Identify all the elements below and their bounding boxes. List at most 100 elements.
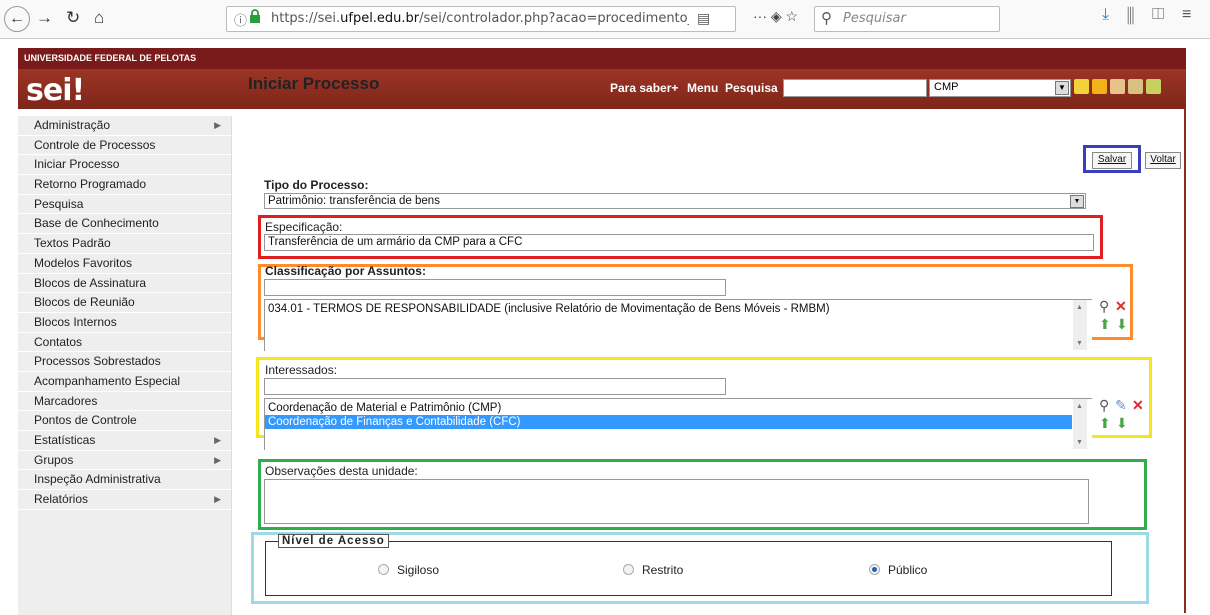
menu-item[interactable]: Pontos de Controle [18, 411, 231, 431]
menu-item[interactable]: Blocos de Assinatura [18, 274, 231, 294]
classificacao-list[interactable]: 034.01 - TERMOS DE RESPONSABILIDADE (inc… [264, 299, 1092, 351]
move-up-icon[interactable]: ⬆ [1099, 416, 1111, 430]
observacoes-textarea[interactable] [264, 479, 1089, 524]
menu-item-label: Blocos Internos [34, 314, 117, 329]
radio-publico[interactable]: Público [869, 563, 927, 577]
menu-item[interactable]: Base de Conhecimento [18, 214, 231, 235]
menu-item-label: Blocos de Reunião [34, 295, 135, 310]
left-menu: Administração ▶ Controle de Processos Inici… [18, 116, 232, 615]
menu-item[interactable]: Modelos Favoritos [18, 254, 231, 274]
especificacao-input[interactable]: Transferência de um armário da CMP para … [264, 234, 1094, 251]
reader-view-icon[interactable]: ▤ [697, 10, 710, 27]
download-icon[interactable]: ⤓ [1102, 6, 1109, 23]
blocks-icon[interactable] [1074, 79, 1089, 94]
chevron-right-icon: ▶ [214, 435, 221, 445]
toolbar-icons[interactable]: ⤓ ⫼ ◫ ≡ [1102, 6, 1191, 24]
reload-button[interactable]: ↻ [66, 7, 80, 29]
lock-icon [250, 9, 260, 23]
browser-toolbar: ← → ↻ ⌂ ⓘ https://sei.ufpel.edu.br/sei/c… [0, 0, 1210, 39]
sidebar-icon[interactable]: ◫ [1152, 6, 1164, 23]
menu-item-label: Processos Sobrestados [34, 354, 161, 369]
menu-item[interactable]: Acompanhamento Especial [18, 372, 231, 392]
classificacao-search-input[interactable] [264, 279, 726, 296]
menu-item[interactable]: Iniciar Processo [18, 155, 231, 176]
menu-item-label: Marcadores [34, 393, 98, 408]
interessados-label: Interessados: [265, 363, 338, 377]
menu-item[interactable]: Controle de Processos [18, 136, 231, 156]
link-menu[interactable]: Menu [687, 81, 718, 95]
menu-item[interactable]: Blocos de Reunião [18, 293, 231, 313]
menu-item[interactable]: Textos Padrão [18, 234, 231, 254]
tipo-value: Patrimônio: transferência de bens [268, 195, 440, 207]
interessados-list[interactable]: Coordenação de Material e Patrimônio (CM… [264, 398, 1092, 450]
menu-item-label: Grupos [34, 452, 74, 467]
library-icon[interactable]: ⫼ [1127, 6, 1134, 23]
search-icon[interactable]: ⚲ [1099, 398, 1109, 412]
tools-icon[interactable] [1128, 79, 1143, 94]
page-title: Iniciar Processo [248, 74, 380, 93]
university-bar: UNIVERSIDADE FEDERAL DE PELOTAS [18, 48, 1186, 69]
menu-item[interactable]: Grupos ▶ [18, 451, 231, 471]
menu-item[interactable]: Pesquisa [18, 195, 231, 215]
back-form-button[interactable]: Voltar [1145, 152, 1181, 169]
unit-select[interactable]: CMP ▼ [929, 79, 1071, 97]
user-icon[interactable] [1110, 79, 1125, 94]
sei-logo[interactable]: sei! [26, 73, 85, 108]
menu-item-label: Controle de Processos [34, 137, 156, 152]
menu-item[interactable]: Retorno Programado [18, 175, 231, 195]
menu-item[interactable]: Blocos Internos [18, 313, 231, 333]
move-down-icon[interactable]: ⬇ [1116, 317, 1128, 331]
menu-icon[interactable]: ≡ [1182, 6, 1191, 23]
menu-item-label: Retorno Programado [34, 177, 147, 192]
menu-item[interactable]: Contatos [18, 333, 231, 353]
back-button[interactable]: ← [4, 6, 30, 32]
search-icon[interactable]: ⚲ [1099, 299, 1109, 313]
menu-item-label: Pontos de Controle [34, 413, 137, 428]
menu-item[interactable]: Processos Sobrestados [18, 352, 231, 372]
info-icon[interactable]: ⓘ [234, 10, 247, 29]
interessados-search-input[interactable] [264, 378, 726, 395]
menu-item[interactable]: Relatórios ▶ [18, 490, 231, 510]
edit-icon[interactable]: ✎ [1115, 398, 1127, 412]
menu-item[interactable]: Inspeção Administrativa [18, 470, 231, 491]
unit-select-value: CMP [934, 81, 959, 93]
menu-item-label: Blocos de Assinatura [34, 275, 147, 290]
menu-item-label: Estatísticas [34, 433, 96, 447]
tipo-select[interactable]: Patrimônio: transferência de bens ▼ [264, 193, 1086, 209]
radio-sigiloso[interactable]: Sigiloso [378, 563, 439, 577]
exit-icon[interactable] [1146, 79, 1161, 94]
list-item-selected[interactable]: Coordenação de Finanças e Contabilidade … [265, 415, 1072, 429]
menu-item[interactable]: Estatísticas ▶ [18, 431, 231, 451]
link-para-saber[interactable]: Para saber+ [610, 81, 678, 95]
chevron-right-icon: ▶ [214, 120, 221, 130]
move-down-icon[interactable]: ⬇ [1116, 416, 1128, 430]
browser-search-input[interactable]: ⚲ Pesquisar [814, 6, 1000, 32]
scrollbar[interactable]: ▲ ▼ [1073, 300, 1087, 350]
page-actions-icons[interactable]: ··· ◈ ☆ [753, 8, 798, 25]
list-item[interactable]: 034.01 - TERMOS DE RESPONSABILIDADE (inc… [268, 302, 1092, 316]
scrollbar[interactable]: ▲ ▼ [1073, 399, 1087, 449]
move-up-icon[interactable]: ⬆ [1099, 317, 1111, 331]
url-text: https://sei.ufpel.edu.br/sei/controlador… [271, 11, 689, 26]
list-item[interactable]: Coordenação de Material e Patrimônio (CM… [265, 401, 1092, 415]
url-bar[interactable]: ⓘ https://sei.ufpel.edu.br/sei/controlad… [226, 6, 736, 32]
header-search-input[interactable] [783, 79, 927, 97]
save-button[interactable]: Salvar [1092, 152, 1132, 169]
classificacao-label: Classificação por Assuntos: [265, 264, 426, 278]
remove-icon[interactable]: ✕ [1132, 398, 1144, 412]
sei-header: sei! Para saber+ Menu Pesquisa CMP ▼ [18, 69, 1186, 109]
radio-restrito[interactable]: Restrito [623, 563, 683, 577]
home-button[interactable]: ⌂ [94, 7, 104, 29]
menu-item[interactable]: Marcadores [18, 392, 231, 412]
link-pesquisa[interactable]: Pesquisa [725, 81, 778, 95]
menu-item-label: Iniciar Processo [34, 157, 120, 172]
chevron-down-icon[interactable]: ▼ [1070, 195, 1084, 208]
remove-icon[interactable]: ✕ [1115, 299, 1127, 313]
chevron-down-icon[interactable]: ▼ [1055, 81, 1069, 95]
notes-icon[interactable] [1092, 79, 1107, 94]
chevron-right-icon: ▶ [214, 494, 221, 505]
menu-item[interactable]: Administração ▶ [18, 116, 231, 136]
menu-item-label: Relatórios [34, 492, 89, 507]
forward-button[interactable]: → [36, 7, 53, 29]
menu-item-label: Inspeção Administrativa [34, 472, 161, 487]
